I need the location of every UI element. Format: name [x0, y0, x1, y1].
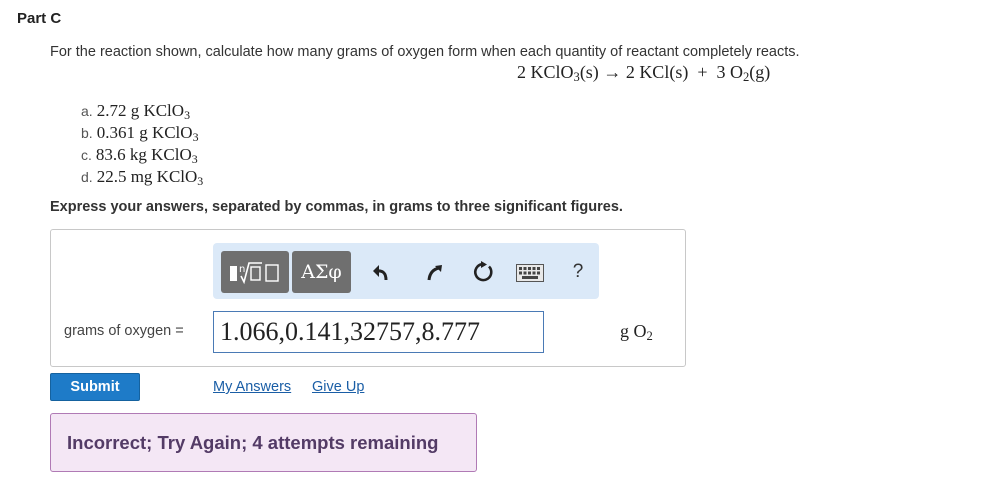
my-answers-link[interactable]: My Answers: [213, 379, 291, 395]
eq-reactant-state: (s): [579, 62, 599, 82]
eq-arrow: →: [603, 62, 622, 82]
item-value: 0.361 g KClO3: [96, 123, 199, 144]
item-amount: 22.5 mg: [96, 167, 153, 186]
item-amount: 83.6 kg: [95, 145, 147, 164]
template-button[interactable]: n: [221, 251, 289, 293]
redo-button[interactable]: [421, 259, 447, 285]
give-up-link[interactable]: Give Up: [312, 379, 364, 395]
unit-sub: 2: [646, 329, 653, 344]
item-formula-sub: 3: [184, 107, 191, 122]
item-label: b.: [81, 125, 93, 141]
item-amount: 2.72 g: [96, 101, 140, 120]
submit-button[interactable]: Submit: [50, 373, 140, 401]
feedback-message: Incorrect; Try Again; 4 attempts remaini…: [50, 413, 477, 472]
undo-button[interactable]: [369, 259, 395, 285]
reset-button[interactable]: [471, 259, 497, 285]
list-item: d. 22.5 mg KClO3: [81, 167, 203, 189]
redo-arrow-icon: [427, 265, 442, 281]
unit-main: g O: [620, 321, 647, 341]
list-item: a. 2.72 g KClO3: [81, 101, 203, 123]
item-value: 2.72 g KClO3: [96, 101, 191, 122]
item-value: 22.5 mg KClO3: [96, 167, 204, 188]
eq-product-2: O: [729, 62, 743, 82]
help-button[interactable]: ?: [567, 259, 589, 285]
item-label: a.: [81, 103, 93, 119]
reactant-quantity-list: a. 2.72 g KClO3 b. 0.361 g KClO3 c. 83.6 kg…: [81, 101, 203, 189]
answer-input[interactable]: [213, 311, 544, 353]
item-formula: KClO: [156, 167, 198, 186]
item-label: d.: [81, 169, 93, 185]
item-formula-sub: 3: [197, 173, 204, 188]
math-toolbar: n ΑΣφ ?: [213, 243, 599, 299]
math-template-icon: n: [230, 262, 279, 285]
eq-product-2-state: (g): [749, 62, 771, 82]
item-formula: KClO: [151, 145, 192, 164]
undo-arrow-icon: [373, 265, 388, 281]
list-item: c. 83.6 kg KClO3: [81, 145, 203, 167]
item-label: c.: [81, 147, 92, 163]
eq-product-1: KCl(s): [639, 62, 689, 82]
eq-coef-1: 2: [517, 62, 526, 82]
svg-text:n: n: [239, 264, 245, 275]
part-title: Part C: [17, 10, 62, 27]
keyboard-icon: [516, 264, 544, 282]
item-amount: 0.361 g: [96, 123, 148, 142]
item-formula: KClO: [151, 123, 193, 142]
eq-coef-3: 3: [716, 62, 726, 82]
eq-reactant: KClO: [530, 62, 574, 82]
question-text: For the reaction shown, calculate how ma…: [50, 44, 800, 60]
reaction-equation: 2 KClO3(s) → 2 KCl(s) + 3 O2(g): [517, 62, 770, 83]
answer-instructions: Express your answers, separated by comma…: [50, 199, 623, 215]
item-value: 83.6 kg KClO3: [95, 145, 198, 166]
eq-plus: +: [697, 62, 708, 82]
keyboard-button[interactable]: [516, 262, 544, 284]
item-formula: KClO: [143, 101, 185, 120]
item-formula-sub: 3: [192, 129, 199, 144]
list-item: b. 0.361 g KClO3: [81, 123, 203, 145]
greek-symbols-button[interactable]: ΑΣφ: [292, 251, 351, 293]
answer-unit: g O2: [620, 321, 653, 342]
answer-label: grams of oxygen =: [64, 323, 184, 339]
item-formula-sub: 3: [191, 151, 198, 166]
reset-circular-arrow-icon: [473, 261, 493, 282]
eq-coef-2: 2: [625, 62, 635, 82]
